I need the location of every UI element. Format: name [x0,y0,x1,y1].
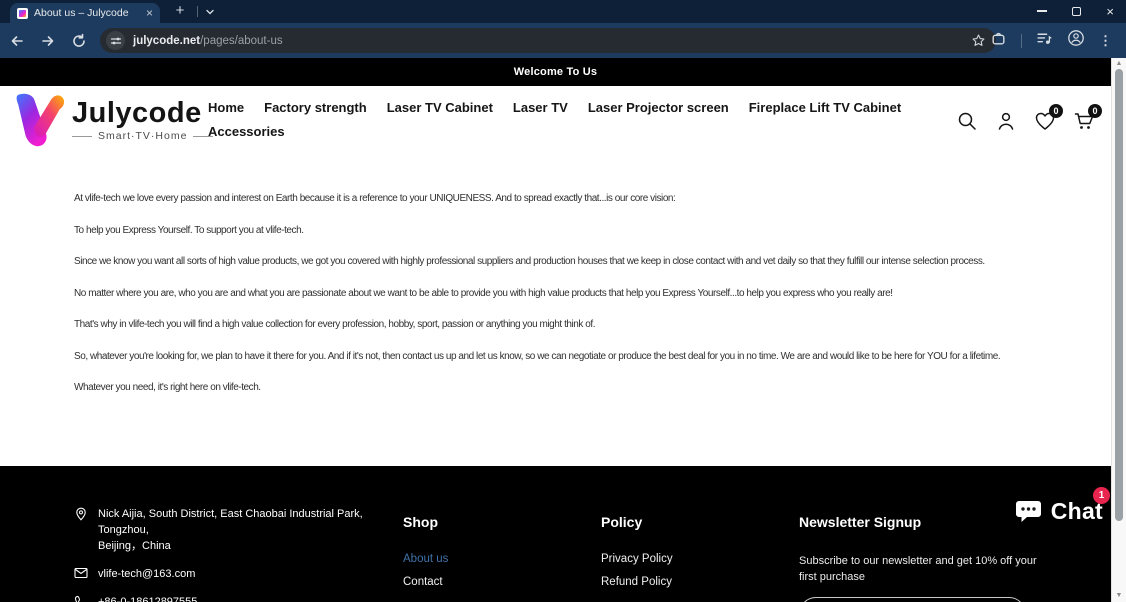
newsletter-email-input[interactable] [799,597,1026,602]
new-tab-button[interactable] [171,2,189,20]
profile-icon[interactable] [1067,29,1085,52]
restore-icon[interactable] [1072,6,1082,16]
extensions-icon[interactable] [990,30,1007,52]
url-host: julycode.net [133,34,201,47]
about-paragraph: Whatever you need, it's right here on vl… [74,382,261,393]
footer-policy-column: Policy Privacy Policy Refund Policy [601,514,673,599]
scrollbar-up-arrow-icon[interactable] [1112,60,1126,67]
footer-contact: Nick Aijia, South District, East Chaobai… [74,506,386,602]
browser-toolbar: julycode.net/pages/about-us [0,23,1126,58]
tab-search-chevron-icon[interactable] [204,6,216,18]
shop-heading: Shop [403,514,438,530]
browser-tab[interactable]: About us – Julycode [10,3,160,23]
toolbar-separator [1021,33,1022,48]
nav-item-laser-tv[interactable]: Laser TV [513,98,568,117]
wishlist-count-badge: 0 [1049,104,1063,118]
footer-link-refund-policy[interactable]: Refund Policy [601,576,673,588]
logo-tagline: Smart·TV·Home [72,130,214,142]
footer-link-about-us[interactable]: About us [403,553,448,565]
scrollbar-thumb[interactable] [1115,69,1123,521]
newsletter-heading: Newsletter Signup [799,514,922,530]
search-icon[interactable] [956,110,978,132]
nav-item-home[interactable]: Home [208,98,244,117]
url-text: julycode.net/pages/about-us [133,35,283,47]
url-bar[interactable]: julycode.net/pages/about-us [100,28,996,53]
back-icon[interactable] [5,29,28,52]
page-viewport: Welcome To Us Julycode Smart·TV·Home Hom… [0,58,1126,602]
footer-shop-column: Shop About us Contact [403,514,448,599]
site-info-icon[interactable] [106,31,125,50]
reload-icon[interactable] [67,29,90,52]
tab-strip: About us – Julycode [0,0,1126,23]
bookmark-star-icon[interactable] [971,33,986,48]
account-icon[interactable] [995,110,1017,132]
tab-close-icon[interactable] [146,7,153,19]
url-path: /pages/about-us [200,34,283,47]
newsletter-subtitle: Subscribe to our newsletter and get 10% … [799,555,1037,583]
logo-text: Julycode [72,96,202,129]
menu-kebab-icon[interactable] [1099,33,1112,49]
tab-separator [197,6,198,17]
tab-favicon-icon [17,7,28,19]
window-controls [1037,3,1114,19]
about-paragraph: At vlife-tech we love every passion and … [74,193,676,204]
cart-count-badge: 0 [1088,104,1102,118]
footer-newsletter-column: Newsletter Signup Subscribe to our newsl… [799,514,1037,602]
chat-bubble-icon [1015,501,1041,522]
footer-link-contact[interactable]: Contact [403,576,448,588]
tab-title: About us – Julycode [34,7,129,19]
header-actions: 0 0 [956,104,1102,132]
site-footer: Nick Aijia, South District, East Chaobai… [0,466,1111,602]
scrollbar-down-arrow-icon[interactable] [1112,592,1126,599]
site-logo[interactable]: Julycode Smart·TV·Home [12,91,214,149]
about-paragraph: No matter where you are, who you are and… [74,287,893,299]
about-content: At vlife-tech we love every passion and … [0,162,1111,466]
nav-item-laser-projector-screen[interactable]: Laser Projector screen [588,98,729,117]
nav-item-factory-strength[interactable]: Factory strength [264,98,367,117]
email-row: vlife-tech@163.com [74,566,386,582]
main-nav: Home Factory strength Laser TV Cabinet L… [208,98,932,141]
email-icon [74,567,88,579]
address-text: Nick Aijia, South District, East Chaobai… [98,508,363,552]
forward-icon[interactable] [36,29,59,52]
about-paragraph: So, whatever you're looking for, we plan… [74,350,1001,362]
wishlist-heart-icon[interactable]: 0 [1034,104,1063,132]
phone-text: +86-0-18612897555 [98,596,198,602]
announcement-bar: Welcome To Us [0,58,1111,86]
email-text: vlife-tech@163.com [98,568,196,580]
location-pin-icon [76,507,86,521]
policy-heading: Policy [601,514,643,530]
logo-mark-icon [16,93,65,147]
site-header: Julycode Smart·TV·Home Home Factory stre… [0,86,1111,162]
chat-widget[interactable]: Chat 1 [1015,487,1110,525]
phone-icon [74,595,80,602]
phone-row: +86-0-18612897555 [74,594,386,602]
cart-icon[interactable]: 0 [1073,104,1102,132]
nav-item-laser-tv-cabinet[interactable]: Laser TV Cabinet [387,98,493,117]
chat-unread-badge: 1 [1093,487,1110,504]
page-scrollbar[interactable] [1111,58,1126,602]
about-paragraph: That's why in vlife-tech you will find a… [74,319,596,330]
media-controls-icon[interactable] [1036,30,1053,52]
nav-item-fireplace-lift-tv-cabinet[interactable]: Fireplace Lift TV Cabinet [749,98,901,117]
address-row: Nick Aijia, South District, East Chaobai… [74,506,386,554]
about-paragraph: To help you Express Yourself. To support… [74,224,304,236]
nav-item-accessories[interactable]: Accessories [208,122,285,141]
about-paragraph: Since we know you want all sorts of high… [74,256,985,267]
footer-link-privacy-policy[interactable]: Privacy Policy [601,553,673,565]
minimize-icon[interactable] [1037,10,1048,12]
close-window-icon[interactable] [1106,5,1114,18]
